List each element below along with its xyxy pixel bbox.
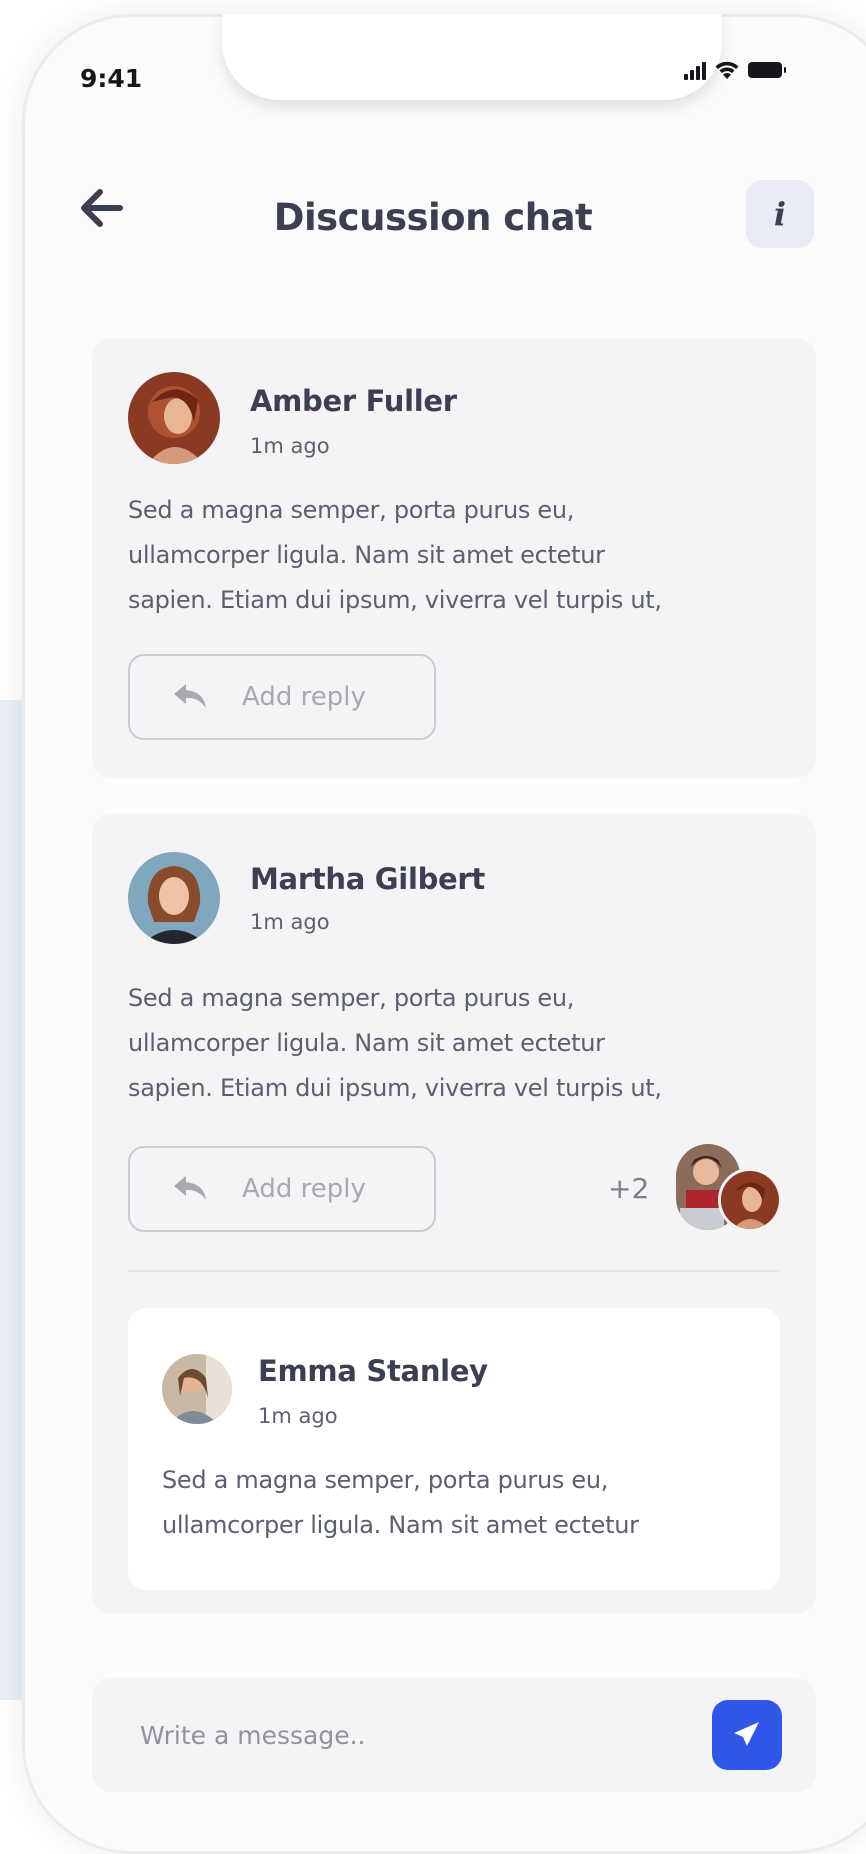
avatar <box>162 1354 232 1424</box>
comment-text: Sed a magna semper, porta purus eu, ulla… <box>128 488 662 623</box>
reply-icon <box>174 684 206 708</box>
comment-line: ullamcorper ligula. Nam sit amet ectetur <box>128 541 605 569</box>
device-notch <box>222 14 722 100</box>
info-icon: i <box>773 195 787 233</box>
status-icons <box>684 60 786 80</box>
add-reply-label: Add reply <box>242 1174 366 1204</box>
reply-card: Emma Stanley 1m ago Sed a magna semper, … <box>128 1308 780 1590</box>
reply-line: ullamcorper ligula. Nam sit amet ectetur <box>162 1511 639 1539</box>
wifi-icon <box>715 61 739 79</box>
info-button[interactable]: i <box>746 180 814 248</box>
send-icon <box>734 1722 759 1746</box>
reply-author: Emma Stanley <box>258 1354 488 1388</box>
comment-line: sapien. Etiam dui ipsum, viverra vel tur… <box>128 1074 662 1102</box>
avatar <box>128 372 220 464</box>
comment-time: 1m ago <box>250 910 330 934</box>
comment-author: Amber Fuller <box>250 384 457 418</box>
message-input[interactable] <box>138 1712 662 1758</box>
comment-card: Amber Fuller 1m ago Sed a magna semper, … <box>92 338 816 778</box>
comment-card: Martha Gilbert 1m ago Sed a magna semper… <box>92 814 816 1614</box>
participant-avatar[interactable] <box>718 1168 782 1232</box>
comment-line: Sed a magna semper, porta purus eu, <box>128 984 575 1012</box>
send-button[interactable] <box>712 1700 782 1770</box>
participants-more-count[interactable]: +2 <box>608 1172 649 1205</box>
comment-line: sapien. Etiam dui ipsum, viverra vel tur… <box>128 586 662 614</box>
battery-icon <box>748 62 786 78</box>
comment-line: Sed a magna semper, porta purus eu, <box>128 496 575 524</box>
reply-time: 1m ago <box>258 1404 338 1428</box>
thread-divider <box>128 1270 780 1272</box>
comment-text: Sed a magna semper, porta purus eu, ulla… <box>128 976 662 1111</box>
message-composer <box>92 1678 816 1792</box>
add-reply-label: Add reply <box>242 682 366 712</box>
add-reply-button[interactable]: Add reply <box>128 654 436 740</box>
comment-line: ullamcorper ligula. Nam sit amet ectetur <box>128 1029 605 1057</box>
reply-icon <box>174 1176 206 1200</box>
comment-time: 1m ago <box>250 434 330 458</box>
comment-author: Martha Gilbert <box>250 862 485 896</box>
reply-line: Sed a magna semper, porta purus eu, <box>162 1466 609 1494</box>
add-reply-button[interactable]: Add reply <box>128 1146 436 1232</box>
avatar <box>128 852 220 944</box>
reply-text: Sed a magna semper, porta purus eu, ulla… <box>162 1458 639 1548</box>
status-time: 9:41 <box>80 64 143 93</box>
page-title: Discussion chat <box>273 196 593 239</box>
cellular-signal-icon <box>684 60 706 80</box>
